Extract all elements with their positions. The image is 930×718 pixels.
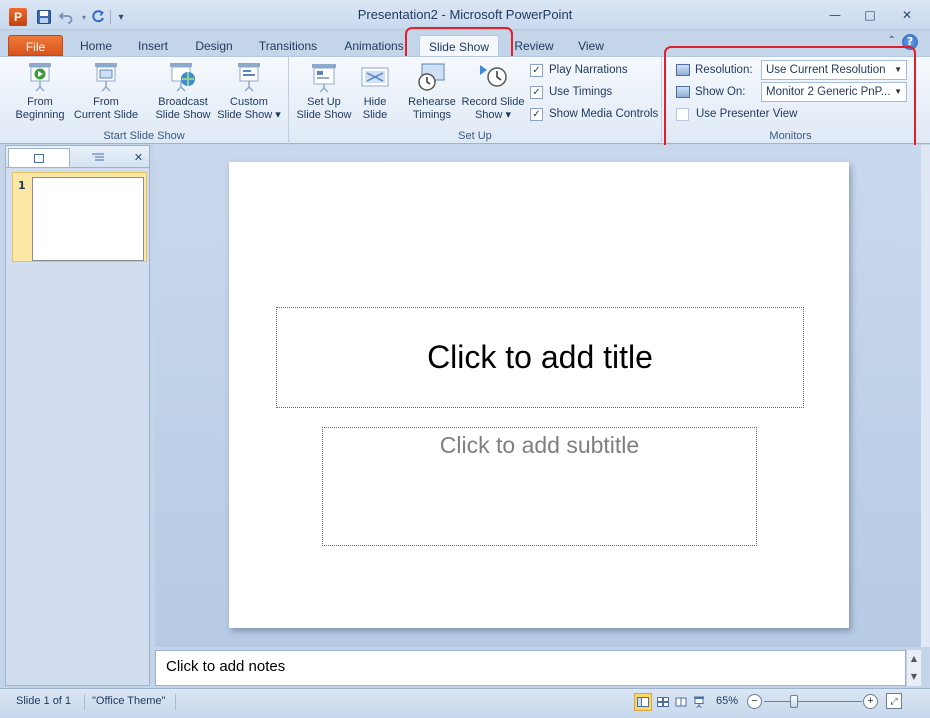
custom-show-icon (233, 61, 265, 93)
start-slide-show-group: From Beginning From Current Slide Broadc… (0, 57, 289, 145)
scroll-up-icon[interactable]: ▲ (907, 650, 921, 668)
slide-thumbnail[interactable] (32, 177, 144, 261)
tab-slide-show[interactable]: Slide Show (419, 35, 499, 57)
checkbox-label: Use Timings (549, 86, 613, 98)
checkbox-box[interactable]: ✓ (530, 85, 543, 99)
title-placeholder[interactable]: Click to add title (276, 307, 804, 408)
tab-insert[interactable]: Insert (130, 35, 176, 56)
pane-tabs: ✕ (6, 146, 149, 168)
dropdown-arrow-icon: ▼ (894, 87, 902, 96)
outline-icon (92, 153, 104, 161)
zoom-level[interactable]: 65% (716, 695, 738, 707)
dropdown-arrow-icon: ▼ (894, 65, 902, 74)
status-bar: Slide 1 of 1 "Office Theme" 65% − + ⤢ (0, 688, 930, 718)
resolution-label: Resolution: (695, 64, 753, 76)
ribbon: From Beginning From Current Slide Broadc… (0, 56, 930, 145)
slide-editing-area: Click to add title Click to add subtitle (155, 145, 921, 647)
checkbox-label: Play Narrations (549, 64, 628, 76)
checkbox-box[interactable]: ✓ (530, 107, 543, 121)
scroll-down-icon[interactable]: ▼ (907, 668, 921, 686)
show-on-label: Show On: (695, 86, 746, 98)
slide-counter: Slide 1 of 1 (16, 695, 72, 707)
resolution-icon (676, 64, 690, 76)
tab-view[interactable]: View (567, 35, 615, 56)
set-up-group: Set Up Slide Show Hide Slide Rehearse Ti… (289, 57, 662, 145)
subtitle-placeholder[interactable]: Click to add subtitle (322, 427, 757, 546)
use-timings-checkbox[interactable]: ✓ Use Timings (530, 83, 612, 101)
zoom-in-button[interactable]: + (863, 694, 878, 709)
play-narrations-checkbox[interactable]: ✓ Play Narrations (530, 61, 628, 79)
projector-current-slide-icon (90, 61, 122, 93)
record-slide-show-button[interactable]: Record Slide Show ▾ (460, 61, 526, 122)
zoom-out-button[interactable]: − (747, 694, 762, 709)
window-title: Presentation2 - Microsoft PowerPoint (357, 7, 573, 22)
broadcast-slide-show-button[interactable]: Broadcast Slide Show (152, 61, 214, 122)
checkbox-label: Show Media Controls (549, 108, 659, 120)
normal-view-icon[interactable] (634, 693, 652, 711)
set-up-group-label: Set Up (458, 130, 492, 142)
resolution-row: Resolution: (676, 60, 753, 80)
ribbon-tabs: File Home Insert Design Transitions Anim… (0, 30, 930, 57)
vertical-scrollbar[interactable] (921, 145, 930, 647)
setup-checkboxes: ✓ Play Narrations ✓ Use Timings ✓ Show M… (530, 61, 660, 121)
show-on-row: Show On: (676, 82, 746, 102)
slide-show-view-icon[interactable] (690, 693, 708, 711)
slides-icon (34, 153, 44, 163)
slide-number: 1 (18, 179, 26, 192)
status-separator (175, 694, 176, 710)
broadcast-globe-icon (167, 61, 199, 93)
hide-slide-button[interactable]: Hide Slide (357, 61, 393, 122)
from-beginning-button[interactable]: From Beginning (10, 61, 70, 122)
zoom-slider-track[interactable] (764, 701, 862, 702)
tab-transitions[interactable]: Transitions (250, 35, 326, 56)
checkbox-box[interactable] (676, 107, 689, 121)
set-up-slide-show-button[interactable]: Set Up Slide Show (291, 61, 357, 122)
title-bar: P ▾ ▾ Presentation2 - Microsoft PowerPoi… (0, 0, 930, 30)
record-slide-show-icon (477, 61, 509, 93)
projector-play-icon (24, 61, 56, 93)
theme-name[interactable]: "Office Theme" (92, 695, 165, 707)
custom-slide-show-button[interactable]: Custom Slide Show ▾ (214, 61, 284, 122)
use-presenter-view-checkbox[interactable]: Use Presenter View (676, 104, 797, 124)
notes-scrollbar[interactable]: ▲ ▼ (906, 650, 921, 686)
slides-pane: ✕ 1 (5, 145, 150, 686)
help-icon[interactable]: ? (902, 34, 918, 50)
monitors-group-label: Monitors (769, 130, 812, 142)
setup-show-icon (308, 61, 340, 93)
checkbox-box[interactable]: ✓ (530, 63, 543, 77)
monitor-icon (676, 86, 690, 98)
tab-home[interactable]: Home (72, 35, 120, 56)
status-separator (84, 694, 85, 710)
minimize-button[interactable]: — (822, 6, 848, 24)
maximize-button[interactable]: □ (857, 6, 883, 24)
resolution-dropdown[interactable]: Use Current Resolution ▼ (761, 60, 907, 80)
fit-slide-to-window-icon[interactable]: ⤢ (886, 693, 902, 709)
tab-animations[interactable]: Animations (337, 35, 411, 56)
slide-canvas[interactable]: Click to add title Click to add subtitle (229, 162, 849, 628)
slide-thumbnail-item[interactable]: 1 (12, 172, 147, 262)
rehearse-timings-icon (416, 61, 448, 93)
show-media-controls-checkbox[interactable]: ✓ Show Media Controls (530, 105, 658, 123)
notes-pane[interactable]: Click to add notes (155, 650, 906, 686)
start-slide-show-group-label: Start Slide Show (103, 130, 185, 142)
hide-slide-icon (359, 61, 391, 93)
minimize-ribbon-icon[interactable]: ⌃ (888, 35, 896, 46)
tab-outline[interactable] (68, 148, 128, 167)
close-button[interactable]: ✕ (892, 6, 922, 24)
slide-sorter-view-icon[interactable] (654, 693, 672, 711)
rehearse-timings-button[interactable]: Rehearse Timings (403, 61, 461, 122)
tab-review[interactable]: Review (507, 35, 561, 56)
tab-slides[interactable] (8, 148, 70, 167)
tab-design[interactable]: Design (186, 35, 242, 56)
monitors-group: Resolution: Use Current Resolution ▼ Sho… (668, 57, 913, 145)
checkbox-label: Use Presenter View (696, 108, 798, 120)
close-pane-icon[interactable]: ✕ (130, 148, 147, 167)
zoom-slider-thumb[interactable] (790, 695, 798, 708)
tab-file[interactable]: File (8, 35, 63, 56)
show-on-dropdown[interactable]: Monitor 2 Generic PnP... ▼ (761, 82, 907, 102)
reading-view-icon[interactable] (672, 693, 690, 711)
from-current-slide-button[interactable]: From Current Slide (70, 61, 142, 122)
